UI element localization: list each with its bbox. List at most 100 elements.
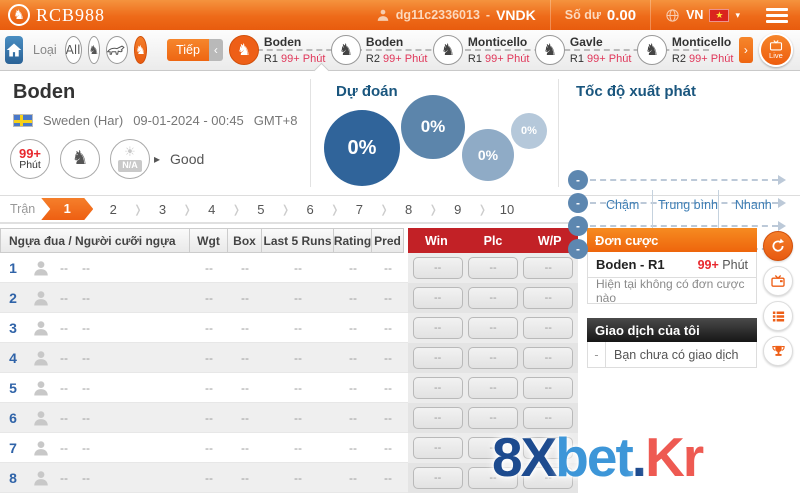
win-odds-button[interactable]: -- (412, 256, 463, 279)
wp-odds-button[interactable]: -- (523, 376, 574, 399)
win-odds-button[interactable]: -- (412, 466, 463, 489)
prediction-bubble: 0% (462, 129, 514, 181)
tab-race-1[interactable]: 1 (41, 198, 93, 220)
horse-name: -- (60, 350, 68, 365)
countdown-unit: Phút (19, 159, 41, 172)
harness-racing-icon: ♞ (534, 34, 565, 65)
rating-value: -- (349, 290, 357, 305)
tab-race-10[interactable]: 10 (487, 202, 527, 217)
tab-race-6[interactable]: 6 (290, 202, 330, 217)
jockey-name: -- (82, 440, 90, 455)
brand-logo[interactable]: ♞ RCB988 (0, 4, 105, 26)
plc-odds-button[interactable]: -- (467, 256, 518, 279)
watermark-bet: bet (555, 426, 633, 488)
race-nav-item[interactable]: ♞ Boden R2 99+ Phút (330, 34, 433, 66)
bet-cells: -- -- -- (408, 312, 578, 343)
scroll-right-button[interactable]: › (738, 37, 753, 63)
win-odds-button[interactable]: -- (412, 436, 463, 459)
race-name: Monticello (671, 35, 732, 50)
race-nav-item[interactable]: ♞ Boden R1 99+ Phút (228, 34, 331, 66)
wp-odds-button[interactable]: -- (523, 316, 574, 339)
username-separator: - (485, 8, 491, 22)
weight-value: -- (205, 410, 213, 425)
runner-speed-marker: - (568, 170, 588, 190)
scroll-left-button[interactable]: ‹ (208, 39, 223, 61)
horse-emblem-icon: ♞ (8, 4, 30, 26)
col-header-plc: Plc (483, 233, 503, 248)
box-value: -- (241, 320, 249, 335)
win-odds-button[interactable]: -- (412, 406, 463, 429)
arrow-right-icon (778, 175, 786, 185)
jockey-avatar (26, 259, 56, 277)
win-odds-button[interactable]: -- (412, 286, 463, 309)
tab-race-8[interactable]: 8 (389, 202, 429, 217)
bet-slip-header: Đơn cược (587, 228, 757, 252)
menu-icon[interactable] (766, 7, 788, 23)
race-countdown: 99+ Phút (485, 52, 530, 65)
runner-number: 7 (9, 439, 17, 456)
trophy-icon (771, 345, 785, 356)
currency-code: VNDK (496, 7, 536, 23)
race-country: Sweden (Har) (43, 113, 124, 128)
jockey-name: -- (82, 320, 90, 335)
horse-name: -- (60, 410, 68, 425)
col-header-horse-jockey: Ngựa đua / Người cưỡi ngựa (0, 228, 190, 253)
runner-number: 2 (9, 289, 17, 306)
results-list-button[interactable] (763, 301, 793, 331)
live-stream-button[interactable] (763, 266, 793, 296)
bet-header: Win Plc W/P (408, 228, 578, 253)
box-value: -- (241, 290, 249, 305)
live-button[interactable]: Live (758, 33, 793, 67)
plc-odds-button[interactable]: -- (467, 316, 518, 339)
bet-slip-race-row[interactable]: Boden - R1 99+ Phút (587, 252, 757, 278)
wp-odds-button[interactable]: -- (523, 256, 574, 279)
8xbet-watermark: 8Xbet.Kr (492, 425, 704, 489)
weight-value: -- (205, 380, 213, 395)
race-nav-item[interactable]: ♞ Monticello R1 99+ Phút (432, 34, 535, 66)
box-value: -- (241, 350, 249, 365)
plc-odds-button[interactable]: -- (467, 346, 518, 369)
account-info[interactable]: dg11c2336013 - VNDK (362, 0, 550, 30)
jockey-avatar (26, 469, 56, 487)
race-nav-item[interactable]: ♞ Gavle R1 99+ Phút (534, 34, 637, 66)
filter-harness-button[interactable]: ♞ (134, 36, 148, 64)
tab-race-5[interactable]: 5 (241, 202, 281, 217)
filter-all-button[interactable]: All (64, 36, 82, 64)
user-icon (377, 9, 389, 21)
leaderboard-button[interactable] (763, 336, 793, 366)
race-number: R1 (467, 52, 482, 65)
race-timezone: GMT+8 (253, 113, 298, 128)
tab-race-4[interactable]: 4 (192, 202, 232, 217)
wp-odds-button[interactable]: -- (523, 286, 574, 309)
home-button[interactable] (5, 36, 23, 64)
pred-value: -- (384, 470, 392, 485)
vietnam-flag-icon: ★ (709, 8, 730, 22)
weight-value: -- (205, 470, 213, 485)
tab-race-2[interactable]: 2 (93, 202, 133, 217)
transactions-empty-message: Bạn chưa có giao dịch (614, 347, 739, 362)
plc-odds-button[interactable]: -- (467, 286, 518, 309)
wp-odds-button[interactable]: -- (523, 346, 574, 369)
filter-greyhound-button[interactable] (106, 36, 129, 64)
refresh-button[interactable] (763, 231, 793, 261)
harness-racing-icon: ♞ (135, 43, 147, 57)
pointer-icon: ▸ (154, 152, 161, 166)
tab-race-3[interactable]: 3 (142, 202, 182, 217)
plc-odds-button[interactable]: -- (467, 376, 518, 399)
filter-horse-racing-button[interactable]: ♞ (87, 36, 101, 64)
language-selector[interactable]: VN ★ ▾ (650, 0, 754, 30)
win-odds-button[interactable]: -- (412, 346, 463, 369)
jockey-name: -- (82, 260, 90, 275)
race-nav-item[interactable]: ♞ Monticello R2 99+ Phút (636, 34, 739, 66)
watermark-kr: Kr (645, 426, 704, 488)
next-races-button[interactable]: Tiếp (167, 39, 209, 61)
win-odds-button[interactable]: -- (412, 376, 463, 399)
tab-race-9[interactable]: 9 (438, 202, 478, 217)
tab-race-7[interactable]: 7 (339, 202, 379, 217)
race-header-section: Boden Sweden (Har) 09-01-2024 - 00:45 GM… (0, 62, 800, 259)
pred-value: -- (384, 350, 392, 365)
win-odds-button[interactable]: -- (412, 316, 463, 339)
race-title: Boden (13, 81, 76, 103)
race-number: R2 (671, 52, 686, 65)
caret-down-icon: ▾ (735, 9, 740, 20)
